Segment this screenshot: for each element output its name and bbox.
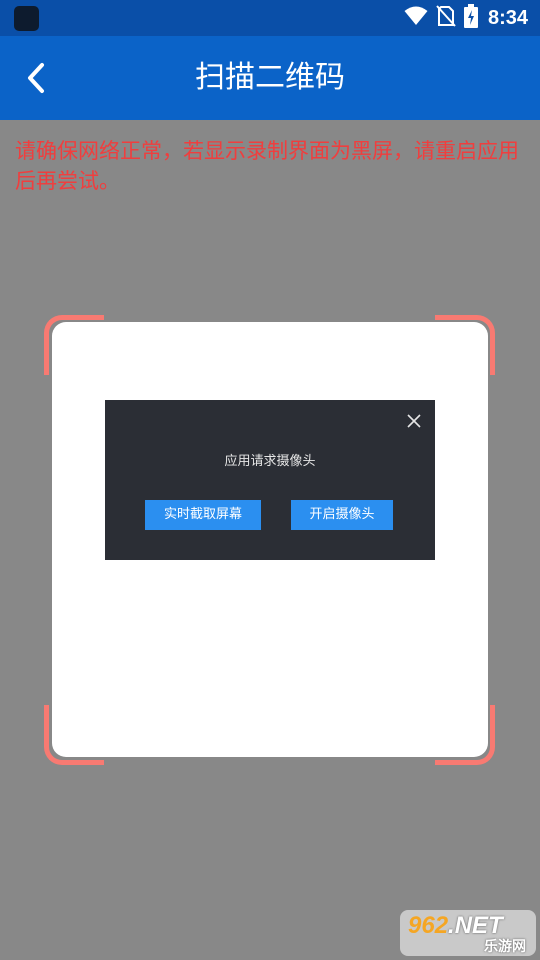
app-notification-icon bbox=[14, 6, 39, 31]
dialog-close-button[interactable] bbox=[401, 408, 427, 434]
no-sim-icon bbox=[436, 5, 456, 31]
watermark-suffix: .NET bbox=[448, 912, 503, 939]
scan-corner-top-left bbox=[44, 315, 104, 375]
wifi-icon bbox=[404, 6, 428, 30]
open-camera-button[interactable]: 开启摄像头 bbox=[291, 500, 393, 530]
watermark-digits: 962 bbox=[408, 912, 449, 939]
site-watermark: 962.NET 乐游网 bbox=[400, 910, 536, 956]
battery-charging-icon bbox=[463, 4, 478, 32]
status-time: 8:34 bbox=[487, 6, 528, 29]
scan-corner-top-right bbox=[435, 315, 495, 375]
scan-corner-bottom-left bbox=[44, 705, 104, 765]
close-icon bbox=[407, 414, 421, 428]
scan-corner-bottom-right bbox=[435, 705, 495, 765]
app-bar: 扫描二维码 bbox=[0, 36, 540, 120]
status-icons: 8:34 bbox=[404, 0, 528, 36]
dialog-message: 应用请求摄像头 bbox=[224, 454, 316, 469]
warning-text: 请确保网络正常，若显示录制界面为黑屏，请重启应用后再尝试。 bbox=[15, 139, 519, 193]
screen-capture-button[interactable]: 实时截取屏幕 bbox=[145, 500, 261, 530]
watermark-site-name: 乐游网 bbox=[484, 939, 526, 955]
chevron-left-icon bbox=[28, 63, 44, 93]
back-button[interactable] bbox=[14, 56, 58, 100]
camera-request-dialog: 应用请求摄像头 实时截取屏幕 开启摄像头 bbox=[105, 400, 435, 560]
page-title: 扫描二维码 bbox=[195, 60, 345, 95]
status-bar: 8:34 bbox=[0, 0, 540, 36]
